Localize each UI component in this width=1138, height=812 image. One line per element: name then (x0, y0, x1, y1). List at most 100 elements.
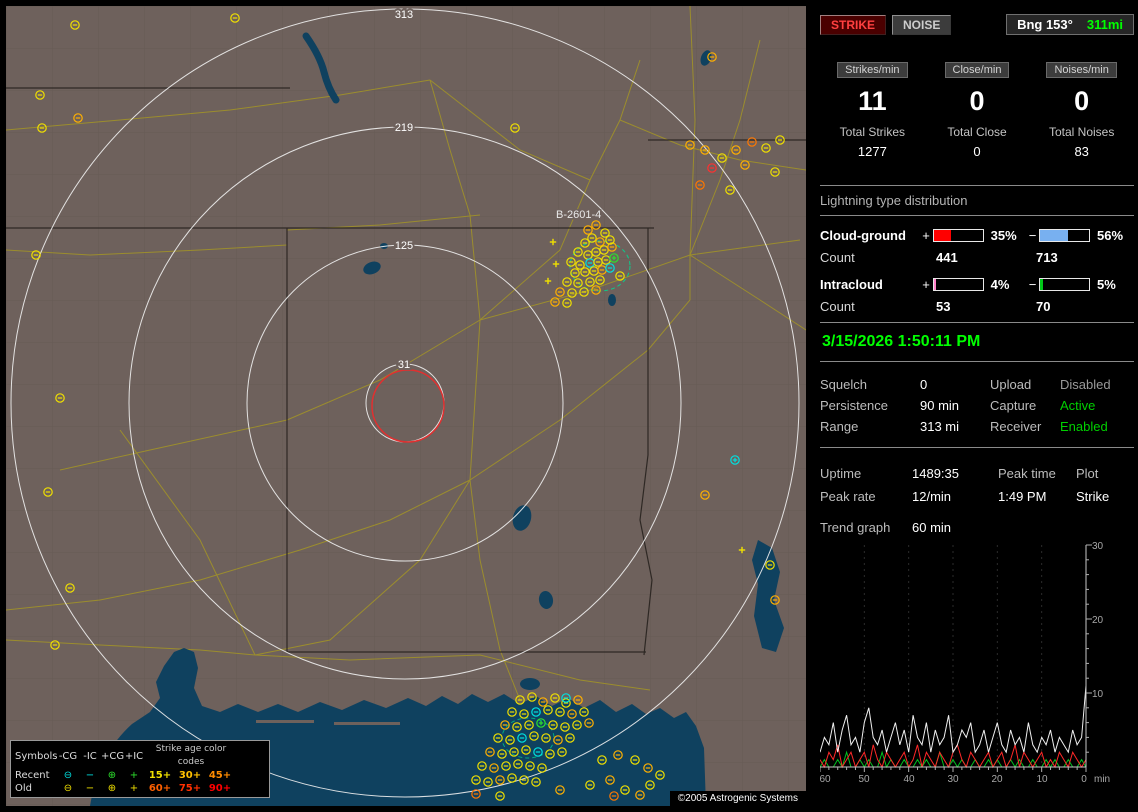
ring-label-125: 125 (395, 240, 413, 252)
age-code-60: 60+ (148, 783, 172, 794)
squelch-row: Squelch 0 Upload Disabled (820, 374, 1134, 395)
recent-pos-cg-icon: ⊕ (107, 770, 117, 781)
control-panel: STRIKE NOISE Bng 153° 311mi Strikes/min … (812, 8, 1138, 800)
capture-label: Capture (990, 398, 1037, 413)
old-pos-cg-icon: ⊕ (107, 783, 117, 794)
old-pos-ic-icon: + (129, 783, 139, 794)
legend-col-pos-cg: +CG (101, 750, 125, 762)
current-datetime: 3/15/2026 1:50:11 PM (822, 333, 981, 350)
ic-negative-pct: 5% (1097, 277, 1116, 292)
plot-label: Plot (1076, 466, 1099, 481)
peak-rate-value: 12/min (912, 489, 952, 504)
mode-toolbar: STRIKE NOISE Bng 153° 311mi (820, 14, 1134, 35)
noises-per-min-button[interactable]: Noises/min (1046, 62, 1117, 78)
y-tick-20: 20 (1092, 615, 1104, 626)
barrier-island (334, 722, 400, 725)
x-tick-30: 30 (947, 774, 959, 785)
total-close-value: 0 (973, 144, 981, 159)
lightning-tracker-app: 313 219 125 31 B-2601-4 Symbols -CG -IC … (0, 0, 1138, 812)
cg-negative-gauge (1039, 229, 1091, 242)
ic-positive-count: 53 (936, 299, 951, 314)
squelch-value: 0 (920, 377, 928, 392)
bearing-label: Bng 153° (1017, 17, 1073, 32)
close-per-min-button[interactable]: Close/min (944, 62, 1010, 78)
age-code-90: 90+ (208, 783, 232, 794)
minus-sign: − (1028, 228, 1037, 243)
peak-rate-label: Peak rate (820, 489, 876, 504)
info-block: Uptime 1489:35 Peak time Plot Peak rate … (820, 452, 1134, 510)
cg-negative-pct: 56% (1097, 228, 1124, 243)
cloud-ground-row: Cloud-ground + 35% − 56% (820, 228, 1134, 243)
legend-col-pos-ic: +IC (124, 750, 144, 762)
strike-mode-button[interactable]: STRIKE (820, 14, 887, 35)
cloud-ground-label: Cloud-ground (820, 228, 906, 243)
map-legend: Symbols -CG -IC +CG +IC Strike age color… (10, 740, 270, 798)
ic-positive-gauge (932, 278, 984, 291)
x-tick-60: 60 (820, 774, 831, 785)
trend-graph-label: Trend graph (820, 520, 891, 535)
legend-symbols-title: Symbols (15, 750, 58, 762)
total-noises-value: 83 (1074, 144, 1089, 159)
recent-pos-ic-icon: + (129, 770, 139, 781)
trend-gridlines (863, 545, 1043, 767)
bearing-range-value: 311mi (1086, 17, 1123, 32)
ring-label-31: 31 (398, 359, 410, 371)
peak-time-label: Peak time (998, 466, 1056, 481)
intracloud-label: Intracloud (820, 277, 883, 292)
plus-sign: + (922, 277, 930, 292)
trend-ticks (819, 544, 1092, 772)
upload-status: Disabled (1060, 377, 1111, 392)
count-label: Count (820, 250, 855, 265)
x-tick-10: 10 (1036, 774, 1048, 785)
divider (820, 361, 1134, 362)
ic-positive-pct: 4% (990, 277, 1010, 292)
legend-recent-label: Recent (15, 770, 50, 781)
rate-statistics: Strikes/min 11 Total Strikes 1277 Close/… (820, 61, 1134, 159)
y-tick-30: 30 (1092, 541, 1104, 552)
persistence-value: 90 min (920, 398, 960, 413)
intracloud-counts: Count 53 70 (820, 299, 1134, 314)
plus-sign: + (922, 228, 930, 243)
trend-graph-window: 60 min (912, 520, 952, 535)
cg-positive-pct: 35% (990, 228, 1017, 243)
uptime-row: Uptime 1489:35 Peak time Plot (820, 462, 1134, 485)
trend-graph-header: Trend graph 60 min (820, 510, 1134, 541)
range-value: 313 mi (920, 419, 960, 434)
strikes-per-min-button[interactable]: Strikes/min (837, 62, 908, 78)
capture-status: Active (1060, 398, 1096, 413)
map-canvas[interactable]: 313 219 125 31 B-2601-4 (6, 6, 806, 806)
trend-graph: 30 20 10 60 50 40 30 20 10 0 min (819, 541, 1110, 785)
close-rate-value: 0 (969, 86, 985, 116)
x-tick-40: 40 (903, 774, 915, 785)
x-tick-0: 0 (1081, 774, 1087, 785)
peak-rate-row: Peak rate 12/min 1:49 PM Strike (820, 485, 1134, 508)
noise-mode-button[interactable]: NOISE (892, 14, 952, 35)
strikes-rate-value: 11 (858, 86, 887, 116)
upload-label: Upload (990, 377, 1032, 392)
legend-old-label: Old (15, 783, 32, 794)
recent-neg-cg-icon: ⊖ (63, 770, 73, 781)
old-neg-cg-icon: ⊖ (63, 783, 73, 794)
persistence-label: Persistence (820, 398, 888, 413)
noises-rate-value: 0 (1074, 86, 1090, 116)
y-tick-10: 10 (1092, 689, 1104, 700)
barrier-island (256, 720, 314, 723)
x-tick-20: 20 (991, 774, 1003, 785)
divider (820, 215, 1134, 216)
divider (820, 322, 1134, 323)
uptime-label: Uptime (820, 466, 862, 481)
uptime-value: 1489:35 (912, 466, 959, 481)
age-code-75: 75+ (178, 783, 202, 794)
peak-time-value: 1:49 PM (998, 489, 1047, 504)
storm-cell-id-label: B-2601-4 (556, 209, 601, 221)
receiver-label: Receiver (990, 419, 1042, 434)
radar-map[interactable]: 313 219 125 31 B-2601-4 Symbols -CG -IC … (6, 6, 806, 806)
x-axis-unit: min (1094, 774, 1110, 785)
copyright-text: ©2005 Astrogenic Systems (669, 791, 806, 806)
age-code-45: 45+ (208, 770, 232, 781)
total-close-label: Total Close (947, 125, 1007, 139)
ring-label-219: 219 (395, 122, 413, 134)
legend-col-neg-ic: -IC (83, 750, 97, 762)
total-noises-label: Total Noises (1048, 125, 1115, 139)
old-neg-ic-icon: − (85, 783, 95, 794)
